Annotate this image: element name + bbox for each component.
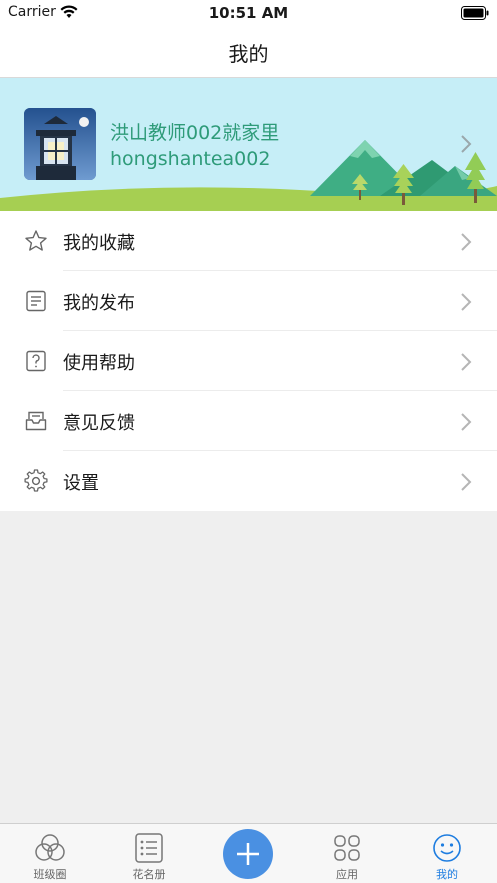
roster-icon	[135, 833, 163, 863]
menu-item-my-posts[interactable]: 我的发布	[0, 271, 497, 331]
battery-icon	[461, 5, 489, 24]
menu-item-label: 意见反馈	[63, 413, 135, 434]
menu-item-label: 使用帮助	[63, 353, 135, 374]
tab-class-circle[interactable]: 班级圈	[10, 824, 90, 883]
plus-icon	[237, 843, 259, 865]
profile-name: 洪山教师002就家里	[110, 122, 280, 144]
chevron-right-icon	[460, 292, 472, 316]
add-button[interactable]	[223, 829, 273, 879]
menu-item-settings[interactable]: 设置	[0, 451, 497, 511]
feedback-icon	[24, 409, 48, 433]
tab-bar: 班级圈 花名册 应用 我的	[0, 823, 497, 883]
tab-roster[interactable]: 花名册	[109, 824, 189, 883]
avatar	[24, 108, 96, 180]
chevron-right-icon	[460, 472, 472, 496]
tab-me[interactable]: 我的	[407, 824, 487, 883]
clock: 10:51 AM	[208, 4, 289, 22]
profile-banner[interactable]: 洪山教师002就家里 hongshantea002	[0, 78, 497, 211]
menu-item-label: 我的收藏	[63, 233, 135, 254]
document-icon	[24, 289, 48, 313]
apps-icon	[334, 835, 360, 861]
profile-icon	[433, 834, 461, 862]
chevron-right-icon	[460, 134, 472, 158]
page-title: 我的	[228, 42, 269, 66]
menu-item-label: 我的发布	[63, 293, 135, 314]
gear-icon	[24, 469, 48, 493]
tab-label: 应用	[336, 868, 358, 881]
chevron-right-icon	[460, 412, 472, 436]
star-icon	[24, 229, 48, 253]
status-bar: Carrier 10:51 AM	[0, 0, 497, 28]
tab-apps[interactable]: 应用	[307, 824, 387, 883]
menu-list: 我的收藏 我的发布 使用帮助 意见反馈 设置	[0, 211, 497, 511]
profile-username: hongshantea002	[110, 148, 271, 170]
page: Carrier 10:51 AM 我的 洪山教师002就家里 hongshant…	[0, 0, 497, 883]
chevron-right-icon	[460, 232, 472, 256]
menu-item-favorites[interactable]: 我的收藏	[0, 211, 497, 271]
tab-label: 花名册	[132, 868, 166, 881]
circles-icon	[35, 834, 65, 861]
tab-label: 我的	[436, 868, 458, 881]
tab-label: 班级圈	[33, 868, 67, 881]
menu-item-label: 设置	[63, 473, 99, 494]
navigation-bar: 我的	[0, 28, 497, 78]
menu-item-help[interactable]: 使用帮助	[0, 331, 497, 391]
help-icon	[24, 349, 48, 373]
menu-item-feedback[interactable]: 意见反馈	[0, 391, 497, 451]
chevron-right-icon	[460, 352, 472, 376]
